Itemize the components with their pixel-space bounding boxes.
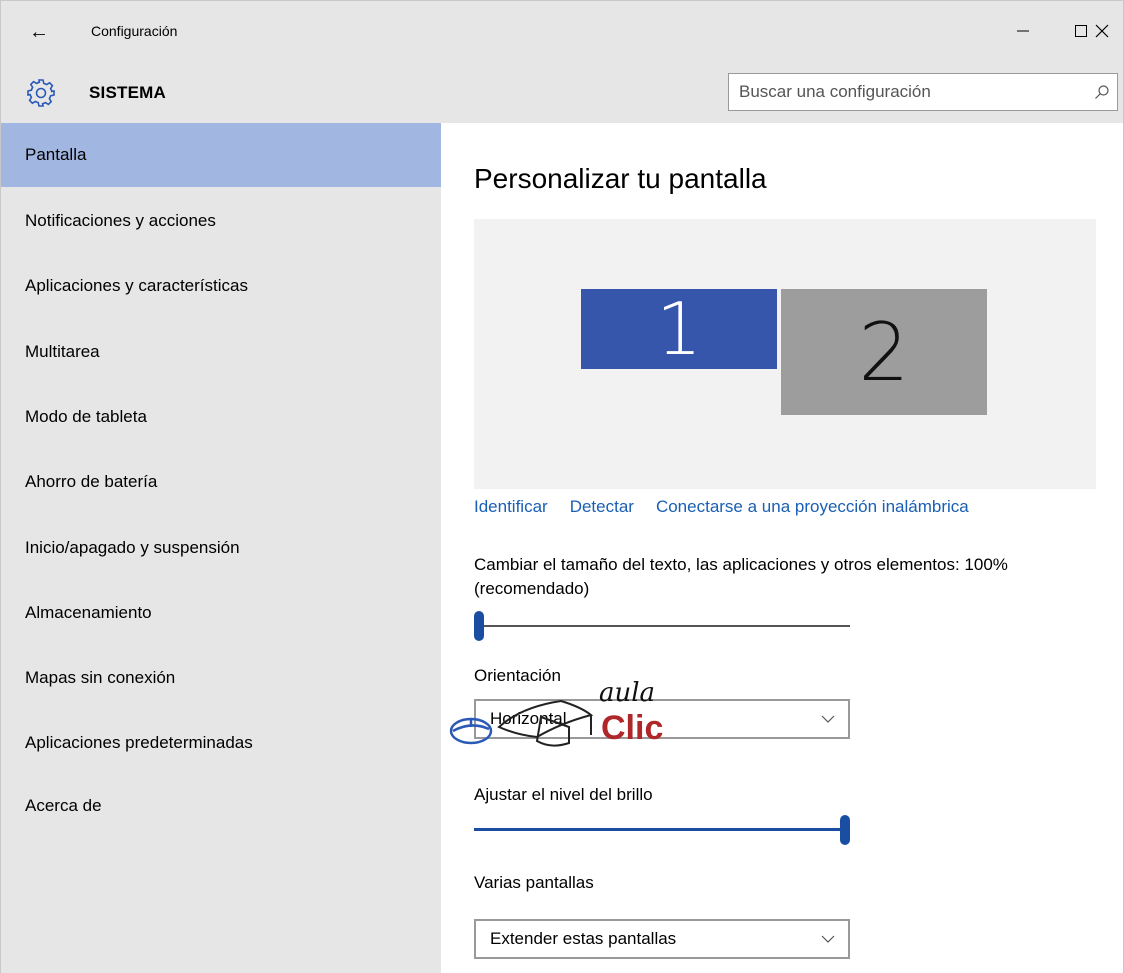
sidebar-item-multitarea[interactable]: Multitarea <box>1 320 441 384</box>
sidebar-item-label: Multitarea <box>25 342 100 361</box>
scale-label: Cambiar el tamaño del texto, las aplicac… <box>474 553 1008 601</box>
wireless-projection-link[interactable]: Conectarse a una proyección inalámbrica <box>656 497 969 517</box>
multiple-displays-label: Varias pantallas <box>474 873 594 892</box>
back-arrow-icon: ← <box>29 20 49 43</box>
sidebar-item-notificaciones[interactable]: Notificaciones y acciones <box>1 189 441 253</box>
aulaclic-logo: aula Clic <box>449 678 663 747</box>
sidebar-item-modo-tableta[interactable]: Modo de tableta <box>1 385 441 449</box>
sidebar-item-label: Notificaciones y acciones <box>25 211 216 230</box>
mouse-icon <box>449 717 493 745</box>
window-title: Configuración <box>91 23 178 39</box>
brightness-slider-thumb[interactable] <box>840 815 850 845</box>
page-title: Personalizar tu pantalla <box>474 163 767 194</box>
search-icon[interactable] <box>1087 77 1117 107</box>
sidebar-item-almacenamiento[interactable]: Almacenamiento <box>1 581 441 645</box>
sidebar-item-aplicaciones[interactable]: Aplicaciones y características <box>1 254 441 318</box>
sidebar-item-inicio-apagado[interactable]: Inicio/apagado y suspensión <box>1 516 441 580</box>
brightness-slider-fill <box>474 828 845 831</box>
search-input[interactable] <box>729 74 1087 110</box>
logo-text-aula: aula <box>599 678 655 708</box>
chevron-down-icon <box>821 715 835 723</box>
sidebar-item-label: Pantalla <box>25 145 87 164</box>
identify-link[interactable]: Identificar <box>474 497 548 517</box>
sidebar-item-label: Mapas sin conexión <box>25 668 176 687</box>
chevron-down-icon <box>821 935 835 943</box>
close-button[interactable] <box>1079 11 1124 51</box>
title-bar: ← Configuración <box>1 1 1123 61</box>
monitor-2[interactable]: 2 <box>781 289 987 415</box>
sidebar-item-label: Acerca de <box>25 796 102 815</box>
sidebar-item-label: Aplicaciones predeterminadas <box>25 733 253 752</box>
graduation-cap-icon <box>497 699 594 747</box>
sidebar-item-label: Almacenamiento <box>25 603 152 622</box>
scale-label-line1: Cambiar el tamaño del texto, las aplicac… <box>474 555 1008 574</box>
brightness-slider[interactable] <box>474 815 850 845</box>
sidebar-item-acerca-de[interactable]: Acerca de <box>1 774 441 838</box>
detect-link[interactable]: Detectar <box>570 497 634 517</box>
monitor-1[interactable]: 1 <box>581 287 777 371</box>
sidebar-item-pantalla[interactable]: Pantalla <box>1 123 441 187</box>
brightness-label: Ajustar el nivel del brillo <box>474 785 653 804</box>
search-box[interactable] <box>728 73 1118 111</box>
sidebar-item-mapas[interactable]: Mapas sin conexión <box>1 646 441 710</box>
sidebar-item-label: Aplicaciones y características <box>25 276 248 295</box>
section-title: SISTEMA <box>89 83 166 102</box>
settings-window: ← Configuración SISTEMA Pant <box>0 0 1124 973</box>
minimize-button[interactable] <box>993 11 1053 51</box>
sidebar-item-label: Inicio/apagado y suspensión <box>25 538 240 557</box>
sidebar-item-label: Modo de tableta <box>25 407 147 426</box>
sidebar-nav: Pantalla Notificaciones y acciones Aplic… <box>1 123 441 973</box>
sidebar-item-ahorro-bateria[interactable]: Ahorro de batería <box>1 450 441 514</box>
minimize-icon <box>1017 30 1029 32</box>
scale-slider[interactable] <box>474 611 850 641</box>
logo-text-clic: Clic <box>601 709 663 747</box>
scale-slider-track <box>474 625 850 627</box>
monitor-layout: 1 2 <box>474 219 1096 489</box>
multiple-displays-value: Extender estas pantallas <box>490 929 677 948</box>
back-button[interactable]: ← <box>19 19 59 45</box>
sidebar-item-label: Ahorro de batería <box>25 472 158 491</box>
gear-icon <box>27 79 55 107</box>
settings-header: SISTEMA <box>1 61 1123 123</box>
sidebar-item-apps-predeterminadas[interactable]: Aplicaciones predeterminadas <box>1 711 441 775</box>
display-links: Identificar Detectar Conectarse a una pr… <box>474 497 969 517</box>
scale-label-line2: (recomendado) <box>474 579 590 598</box>
multiple-displays-dropdown[interactable]: Extender estas pantallas <box>474 919 850 959</box>
scale-slider-thumb[interactable] <box>474 611 484 641</box>
main-content: Personalizar tu pantalla 1 2 Identificar… <box>441 123 1123 973</box>
close-icon <box>1095 24 1109 38</box>
